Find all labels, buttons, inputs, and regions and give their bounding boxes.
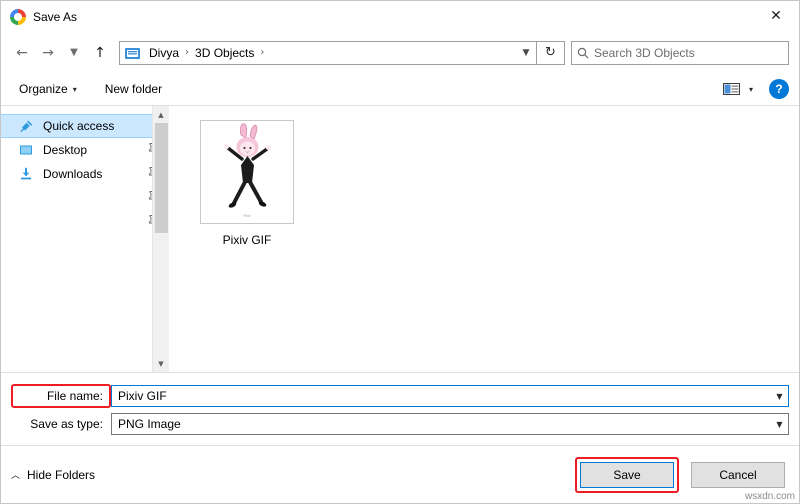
window-title: Save As [33, 9, 78, 24]
sidebar-item-label: Desktop [43, 143, 88, 157]
filetype-row: Save as type: PNG Image ▼ [11, 413, 789, 435]
navigation-pane: Quick access Desktop Downloads ▲ ▼ [1, 106, 169, 372]
refresh-button[interactable]: ↻ [537, 40, 565, 65]
organize-label: Organize [19, 82, 68, 96]
scrollbar-thumb[interactable] [155, 123, 168, 233]
chevron-down-icon[interactable]: ▼ [516, 42, 536, 64]
help-button[interactable]: ? [769, 79, 789, 99]
dialog-footer: ︿ Hide Folders Save Cancel [1, 445, 799, 503]
breadcrumb-item-0[interactable]: Divya [147, 46, 181, 60]
sidebar-scrollbar[interactable]: ▲ ▼ [152, 106, 169, 372]
sidebar-item-desktop[interactable]: Desktop [1, 138, 169, 162]
search-icon [572, 47, 594, 59]
form-area: File name: Pixiv GIF ▼ Save as type: PNG… [1, 373, 799, 445]
filename-input[interactable]: Pixiv GIF ▼ [111, 385, 789, 407]
filetype-label: Save as type: [30, 417, 103, 431]
up-button[interactable]: ↑ [87, 40, 113, 66]
scroll-down-icon[interactable]: ▼ [153, 355, 169, 372]
save-as-dialog: Save As ✕ ← → ▼ ↑ Divya › 3D Objects › ▼… [0, 0, 800, 504]
file-thumbnail[interactable]: Pixiv [200, 120, 294, 224]
save-button-highlight: Save [575, 456, 679, 493]
new-folder-label: New folder [104, 82, 163, 96]
cancel-button[interactable]: Cancel [691, 461, 785, 488]
filename-row: File name: Pixiv GIF ▼ [11, 384, 789, 408]
command-bar: Organize ▾ New folder ▾ ? [1, 73, 799, 106]
close-icon[interactable]: ✕ [753, 1, 799, 31]
chevron-down-icon[interactable]: ▼ [771, 414, 788, 434]
chevron-down-icon[interactable]: ▼ [771, 386, 788, 406]
chevron-up-icon: ︿ [11, 471, 21, 481]
sidebar-item-quick-access[interactable]: Quick access [1, 114, 169, 138]
breadcrumb-separator-0[interactable]: › [181, 47, 193, 58]
sidebar-item-hidden-2[interactable] [1, 210, 169, 234]
back-button[interactable]: ← [9, 40, 35, 66]
forward-button[interactable]: → [35, 40, 61, 66]
search-input[interactable]: Search 3D Objects [594, 46, 695, 60]
download-icon [19, 167, 37, 181]
file-list[interactable]: Pixiv Pixiv GIF [169, 106, 799, 372]
organize-button[interactable]: Organize ▾ [13, 78, 83, 100]
filename-label: File name: [11, 384, 111, 408]
view-layout-icon[interactable] [721, 80, 743, 98]
dialog-body: Quick access Desktop Downloads ▲ ▼ Pixiv… [1, 106, 799, 373]
filename-value[interactable]: Pixiv GIF [112, 389, 771, 403]
hide-folders-button[interactable]: ︿ Hide Folders [11, 468, 95, 482]
navigation-bar: ← → ▼ ↑ Divya › 3D Objects › ▼ ↻ Search … [1, 32, 799, 73]
chevron-down-icon: ▾ [72, 84, 77, 94]
folder-icon [124, 45, 142, 61]
save-button[interactable]: Save [580, 461, 674, 488]
breadcrumb-separator-1[interactable]: › [256, 47, 268, 58]
sidebar-item-downloads[interactable]: Downloads [1, 162, 169, 186]
file-name-label: Pixiv GIF [222, 233, 272, 247]
file-item[interactable]: Pixiv Pixiv GIF [191, 120, 303, 247]
hide-folders-label: Hide Folders [27, 467, 96, 482]
sidebar-item-label: Downloads [43, 167, 103, 181]
view-chevron-down-icon[interactable]: ▾ [743, 80, 759, 98]
star-icon [19, 119, 37, 133]
filetype-value[interactable]: PNG Image [112, 417, 771, 431]
filetype-select[interactable]: PNG Image ▼ [111, 413, 789, 435]
sidebar-item-label: Quick access [43, 119, 115, 133]
new-folder-button[interactable]: New folder [99, 78, 168, 100]
search-box[interactable]: Search 3D Objects [571, 40, 789, 65]
recent-locations-button[interactable]: ▼ [61, 40, 87, 66]
svg-text:Pixiv: Pixiv [243, 214, 250, 218]
title-bar: Save As ✕ [1, 1, 799, 32]
sidebar-item-hidden-1[interactable] [1, 186, 169, 210]
address-bar[interactable]: Divya › 3D Objects › ▼ [119, 40, 537, 65]
watermark: wsxdn.com [744, 491, 795, 502]
desktop-icon [19, 143, 37, 157]
breadcrumb-item-1[interactable]: 3D Objects [193, 46, 256, 60]
scroll-up-icon[interactable]: ▲ [153, 106, 169, 123]
chrome-icon [10, 8, 26, 25]
